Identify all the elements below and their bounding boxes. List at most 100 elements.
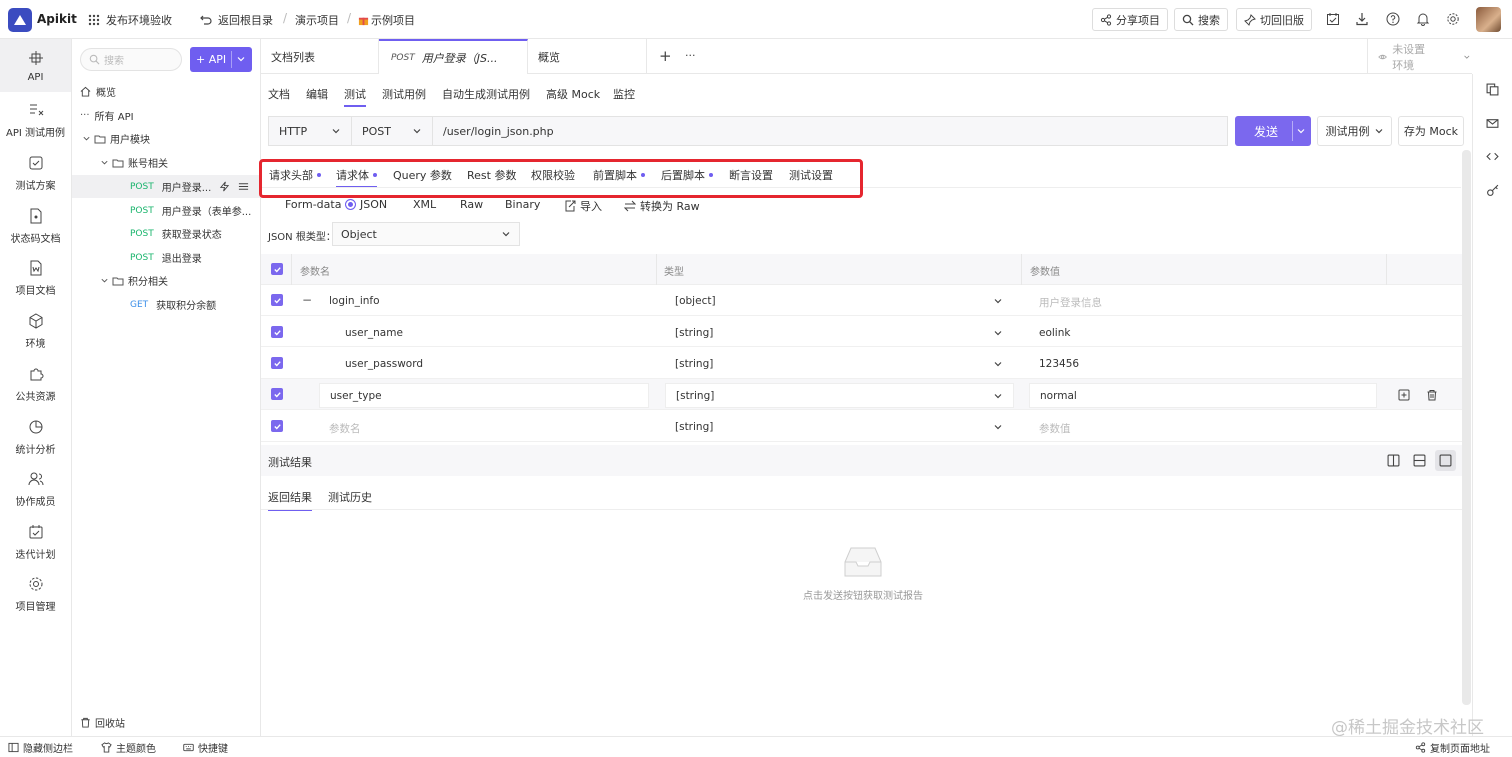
row-checkbox[interactable] xyxy=(271,357,283,369)
bell-icon[interactable] xyxy=(1416,12,1430,26)
protocol-select[interactable]: HTTP xyxy=(268,116,352,146)
param-value-placeholder[interactable]: 参数值 xyxy=(1039,421,1071,436)
collapse-icon[interactable]: − xyxy=(302,293,312,307)
gear-icon[interactable] xyxy=(1446,12,1460,26)
body-type-raw[interactable]: Raw xyxy=(445,198,483,211)
tree-api-item[interactable]: POST 用户登录... xyxy=(72,175,261,198)
chevron-down-icon[interactable] xyxy=(993,296,1003,306)
convert-to-raw-button[interactable]: 转换为 Raw xyxy=(624,198,700,214)
breadcrumb-group[interactable]: 演示项目 xyxy=(295,12,339,28)
rail-item-members[interactable]: 协作成员 xyxy=(0,471,71,508)
rail-item-project-docs[interactable]: 项目文档 xyxy=(0,260,71,297)
param-value[interactable]: 123456 xyxy=(1039,358,1079,370)
chevron-down-icon[interactable] xyxy=(993,359,1003,369)
mail-icon[interactable] xyxy=(1486,117,1499,130)
rail-item-api-test-cases[interactable]: API 测试用例 xyxy=(0,102,71,139)
row-checkbox[interactable] xyxy=(271,420,283,432)
subtab-advanced-mock[interactable]: 高级 Mock xyxy=(546,86,600,102)
help-icon[interactable] xyxy=(1386,12,1400,26)
switch-old-version-button[interactable]: 切回旧版 xyxy=(1236,8,1312,31)
body-type-form-data[interactable]: Form-data xyxy=(270,198,341,211)
workspace-switcher[interactable]: 发布环境验收 xyxy=(87,12,172,28)
body-type-json[interactable]: JSON xyxy=(345,198,387,211)
vertical-scrollbar[interactable] xyxy=(1462,150,1471,705)
add-api-button[interactable]: + API xyxy=(190,47,252,72)
environment-select[interactable]: 未设置环境 xyxy=(1367,39,1471,74)
add-child-icon[interactable] xyxy=(1398,389,1410,401)
share-project-button[interactable]: 分享项目 xyxy=(1092,8,1168,31)
subtab-edit[interactable]: 编辑 xyxy=(306,86,328,102)
method-select[interactable]: POST xyxy=(351,116,433,146)
tab-test-history[interactable]: 测试历史 xyxy=(328,489,372,505)
param-name-placeholder[interactable]: 参数名 xyxy=(329,421,361,436)
tree-api-item[interactable]: POST 退出登录 xyxy=(72,246,261,269)
tree-item-all-api[interactable]: ··· 所有 API xyxy=(72,104,261,127)
tree-api-item[interactable]: POST 获取登录状态 xyxy=(72,222,261,245)
tree-folder-points[interactable]: 积分相关 xyxy=(72,269,261,292)
trash-icon[interactable] xyxy=(1426,389,1438,401)
param-name[interactable]: user_password xyxy=(345,358,423,370)
row-checkbox[interactable] xyxy=(271,388,283,400)
back-to-root-link[interactable]: 返回根目录 xyxy=(199,12,273,28)
param-value[interactable]: 用户登录信息 xyxy=(1039,295,1102,310)
param-type[interactable]: [string] xyxy=(675,358,713,370)
body-type-xml[interactable]: XML xyxy=(398,198,436,211)
key-icon[interactable] xyxy=(1486,184,1499,197)
param-value-input[interactable]: normal xyxy=(1029,383,1377,408)
tab-user-login[interactable]: POST 用户登录（JS... xyxy=(379,39,528,74)
menu-icon[interactable] xyxy=(238,181,249,192)
tree-search-input[interactable]: 搜索 xyxy=(80,48,182,71)
breadcrumb-project[interactable]: 示例项目 xyxy=(358,12,415,28)
shortcuts-button[interactable]: 快捷键 xyxy=(183,740,228,755)
chevron-down-icon[interactable] xyxy=(993,422,1003,432)
param-name[interactable]: user_name xyxy=(345,327,403,339)
recycle-bin-link[interactable]: 回收站 xyxy=(80,715,125,730)
chevron-down-icon[interactable] xyxy=(993,391,1003,401)
json-root-type-select[interactable]: Object xyxy=(332,222,520,246)
chevron-down-icon[interactable] xyxy=(993,328,1003,338)
param-value[interactable]: eolink xyxy=(1039,327,1070,339)
rail-item-statistics[interactable]: 统计分析 xyxy=(0,419,71,456)
subtab-doc[interactable]: 文档 xyxy=(268,86,290,102)
rail-item-api[interactable]: API xyxy=(0,39,71,92)
select-all-checkbox[interactable] xyxy=(271,263,283,275)
tab-doc-list[interactable]: 文档列表 xyxy=(261,39,379,74)
add-tab-button[interactable]: + xyxy=(659,47,672,65)
lightning-icon[interactable] xyxy=(219,181,230,192)
body-type-binary[interactable]: Binary xyxy=(490,198,540,211)
rail-item-status-code-docs[interactable]: 状态码文档 xyxy=(0,208,71,245)
send-button[interactable]: 发送 xyxy=(1235,116,1311,146)
subtab-test[interactable]: 测试 xyxy=(344,86,366,107)
copy-icon[interactable] xyxy=(1486,83,1499,96)
rail-item-project-management[interactable]: 项目管理 xyxy=(0,576,71,613)
calendar-check-icon[interactable] xyxy=(1326,12,1340,26)
tree-folder-user-module[interactable]: 用户模块 xyxy=(72,127,261,150)
split-horizontal-icon[interactable] xyxy=(1413,454,1426,467)
tree-item-overview[interactable]: 概览 xyxy=(72,80,261,103)
more-tabs-button[interactable]: ··· xyxy=(685,49,696,62)
row-checkbox[interactable] xyxy=(271,326,283,338)
import-button[interactable]: 导入 xyxy=(564,198,602,214)
param-type[interactable]: [string] xyxy=(675,327,713,339)
theme-color-button[interactable]: 主题颜色 xyxy=(101,740,156,755)
param-name[interactable]: login_info xyxy=(329,295,380,307)
param-type-select[interactable]: [string] xyxy=(665,383,1014,408)
download-icon[interactable] xyxy=(1355,12,1369,26)
subtab-auto-test-cases[interactable]: 自动生成测试用例 xyxy=(442,86,530,102)
hide-sidebar-button[interactable]: 隐藏侧边栏 xyxy=(8,740,73,755)
param-name-input[interactable]: user_type xyxy=(319,383,649,408)
param-type[interactable]: [string] xyxy=(675,421,713,433)
param-type[interactable]: [object] xyxy=(675,295,716,307)
tab-overview[interactable]: 概览 xyxy=(528,39,647,74)
search-button[interactable]: 搜索 xyxy=(1174,8,1228,31)
tree-folder-account[interactable]: 账号相关 xyxy=(72,151,261,174)
chevron-down-icon[interactable] xyxy=(1296,126,1306,136)
copy-page-url-button[interactable]: 复制页面地址 xyxy=(1415,740,1490,755)
split-vertical-icon[interactable] xyxy=(1387,454,1400,467)
url-input[interactable]: /user/login_json.php xyxy=(432,116,1228,146)
tab-return-result[interactable]: 返回结果 xyxy=(268,489,312,511)
row-checkbox[interactable] xyxy=(271,294,283,306)
test-case-dropdown[interactable]: 测试用例 xyxy=(1317,116,1392,146)
save-as-mock-button[interactable]: 存为 Mock xyxy=(1398,116,1464,146)
tree-api-item[interactable]: POST 用户登录（表单参... xyxy=(72,199,261,222)
